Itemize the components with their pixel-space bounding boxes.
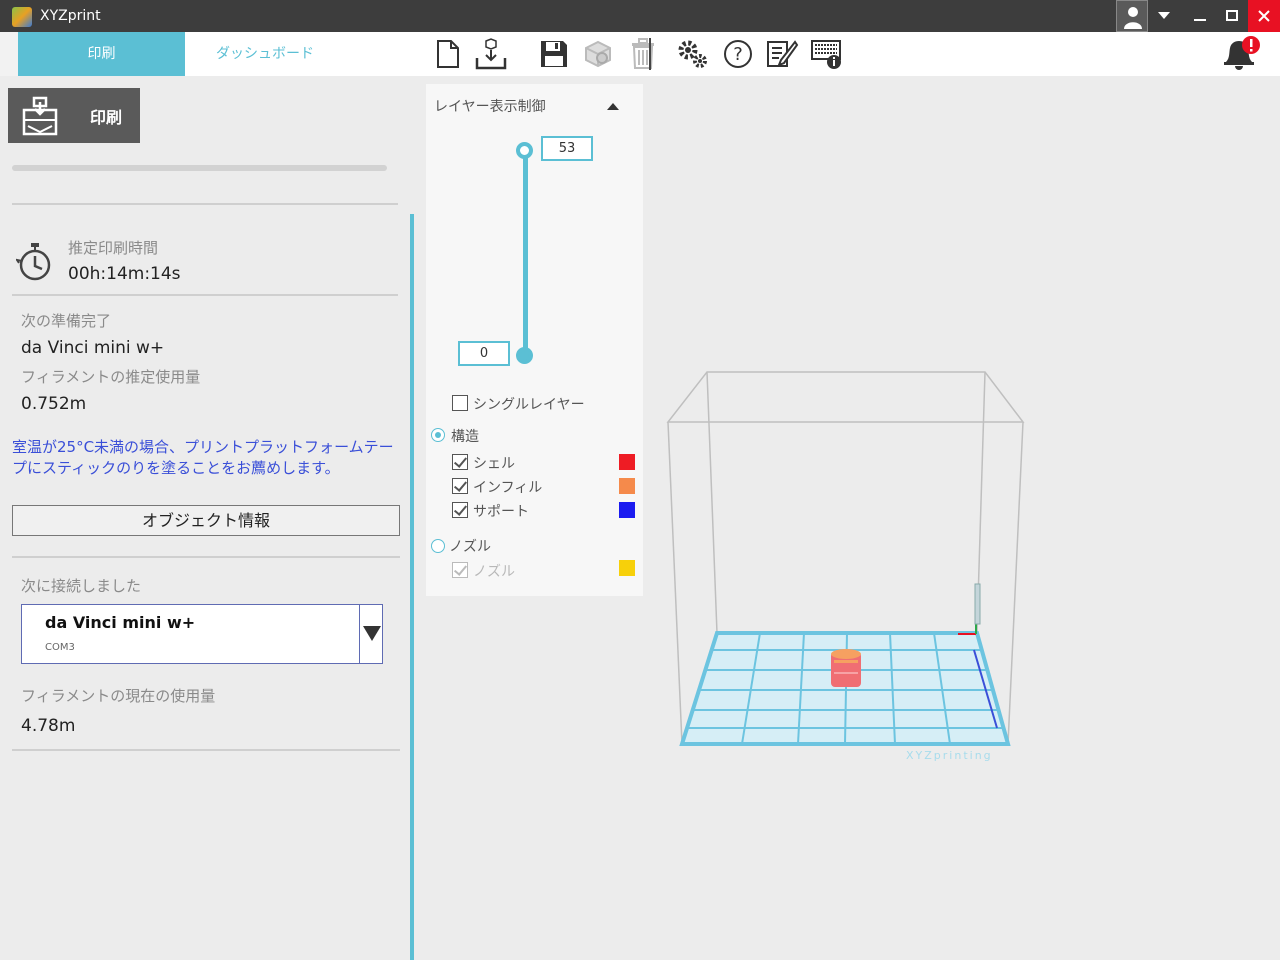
window-title: XYZprint: [40, 8, 101, 24]
nozzle-radio-label: ノズル: [449, 539, 491, 555]
object-button[interactable]: [580, 36, 616, 72]
filament-estimate-label: フィラメントの推定使用量: [21, 368, 201, 386]
single-layer-checkbox[interactable]: [452, 395, 468, 411]
nozzle-check-label: ノズル: [473, 564, 515, 580]
print-button-label: 印刷: [90, 108, 123, 127]
infill-checkbox[interactable]: [452, 478, 468, 494]
maximize-icon: [1226, 10, 1238, 21]
triangle-down-icon: [363, 626, 381, 641]
nozzle-radio[interactable]: [431, 539, 445, 553]
layer-bottom-value[interactable]: 0: [458, 341, 510, 366]
print-volume-viewport[interactable]: XYZprinting: [660, 360, 1030, 770]
layer-slider-bottom-handle[interactable]: [516, 347, 533, 364]
chevron-down-icon: [1158, 12, 1170, 19]
notification-button[interactable]: [1218, 36, 1262, 72]
estimated-time-label: 推定印刷時間: [68, 239, 159, 257]
filament-estimate-value: 0.752m: [21, 394, 87, 414]
close-button[interactable]: [1248, 0, 1280, 32]
minimize-icon: [1194, 19, 1206, 21]
support-checkbox[interactable]: [452, 502, 468, 518]
support-color-swatch: [619, 502, 635, 518]
user-account-button[interactable]: [1116, 0, 1148, 32]
bell-icon: [1224, 36, 1260, 70]
printer-port: COM3: [45, 642, 75, 653]
edit-icon: [767, 40, 799, 67]
tab-print[interactable]: 印刷: [18, 32, 185, 76]
printer-dropdown-arrow[interactable]: [359, 605, 383, 663]
user-icon: [1124, 7, 1142, 29]
keyboard-info-icon: [811, 40, 841, 69]
edit-button[interactable]: [764, 36, 800, 72]
layer-slider-top-handle[interactable]: [516, 142, 533, 159]
title-bar: XYZprint: [0, 0, 1280, 32]
layer-control-panel: レイヤー表示制御 53 0 シングルレイヤー 構造 シェル インフィル サポート…: [426, 84, 643, 596]
support-label: サポート: [473, 504, 529, 520]
connected-label: 次に接続しました: [21, 577, 142, 595]
divider: [12, 556, 400, 558]
app-logo-icon: [12, 7, 32, 27]
object-info-button[interactable]: オブジェクト情報: [12, 505, 400, 536]
delete-button[interactable]: [625, 36, 661, 72]
print-button[interactable]: 印刷: [8, 88, 140, 143]
svg-text:?: ?: [733, 44, 743, 65]
print-progress-bar: [12, 165, 387, 171]
shell-checkbox[interactable]: [452, 454, 468, 470]
single-layer-label: シングルレイヤー: [473, 397, 585, 413]
shell-label: シェル: [473, 456, 515, 472]
new-file-button[interactable]: [430, 36, 466, 72]
layer-slider-track[interactable]: [523, 150, 528, 356]
divider: [12, 749, 400, 751]
settings-icon: [678, 40, 707, 68]
divider: [12, 294, 398, 296]
panel-scrollbar[interactable]: [410, 214, 414, 960]
nozzle-color-swatch: [619, 560, 635, 576]
trash-icon: [632, 38, 654, 69]
collapse-caret-icon[interactable]: [607, 103, 619, 110]
layer-panel-title: レイヤー表示制御: [434, 99, 546, 115]
temperature-notice: 室温が25°C未満の場合、プリントプラットフォームテープにスティックのりを塗るこ…: [12, 438, 394, 477]
infill-color-swatch: [619, 478, 635, 494]
stopwatch-icon: [16, 243, 51, 281]
shell-color-swatch: [619, 454, 635, 470]
tab-bar: 印刷 ダッシュボード ?: [0, 32, 1280, 76]
close-icon: [1258, 10, 1270, 22]
filament-current-value: 4.78m: [21, 716, 76, 736]
nozzle-model: [974, 583, 981, 625]
settings-button[interactable]: [675, 36, 711, 72]
printer-icon: [22, 96, 58, 136]
import-icon: [475, 38, 507, 70]
layer-top-value[interactable]: 53: [541, 136, 593, 161]
print-panel: 印刷 推定印刷時間 00h:14m:14s 次の準備完了 da Vinci mi…: [0, 76, 410, 960]
structure-label: 構造: [451, 429, 479, 445]
help-icon: ?: [724, 40, 752, 68]
printer-select[interactable]: da Vinci mini w+ COM3: [21, 604, 383, 664]
nozzle-checkbox[interactable]: [452, 562, 468, 578]
save-button[interactable]: [536, 36, 572, 72]
object-icon: [585, 40, 611, 68]
save-icon: [541, 41, 567, 67]
printed-object-model: [831, 649, 861, 687]
new-file-icon: [437, 40, 459, 68]
filament-current-label: フィラメントの現在の使用量: [21, 687, 216, 705]
printer-info-button[interactable]: [809, 36, 845, 72]
printer-name: da Vinci mini w+: [45, 613, 196, 632]
infill-label: インフィル: [473, 480, 543, 496]
ready-label: 次の準備完了: [21, 312, 112, 330]
minimize-button[interactable]: [1184, 0, 1216, 32]
toolbar-separator: [649, 38, 651, 70]
watermark-text: XYZprinting: [906, 749, 993, 762]
maximize-button[interactable]: [1216, 0, 1248, 32]
estimated-time-value: 00h:14m:14s: [68, 264, 181, 284]
import-button[interactable]: [473, 36, 509, 72]
structure-radio[interactable]: [431, 428, 445, 442]
help-button[interactable]: ?: [720, 36, 756, 72]
divider: [12, 203, 398, 205]
ready-printer-value: da Vinci mini w+: [21, 338, 165, 358]
tab-dashboard[interactable]: ダッシュボード: [185, 32, 345, 76]
account-dropdown-button[interactable]: [1148, 0, 1180, 32]
